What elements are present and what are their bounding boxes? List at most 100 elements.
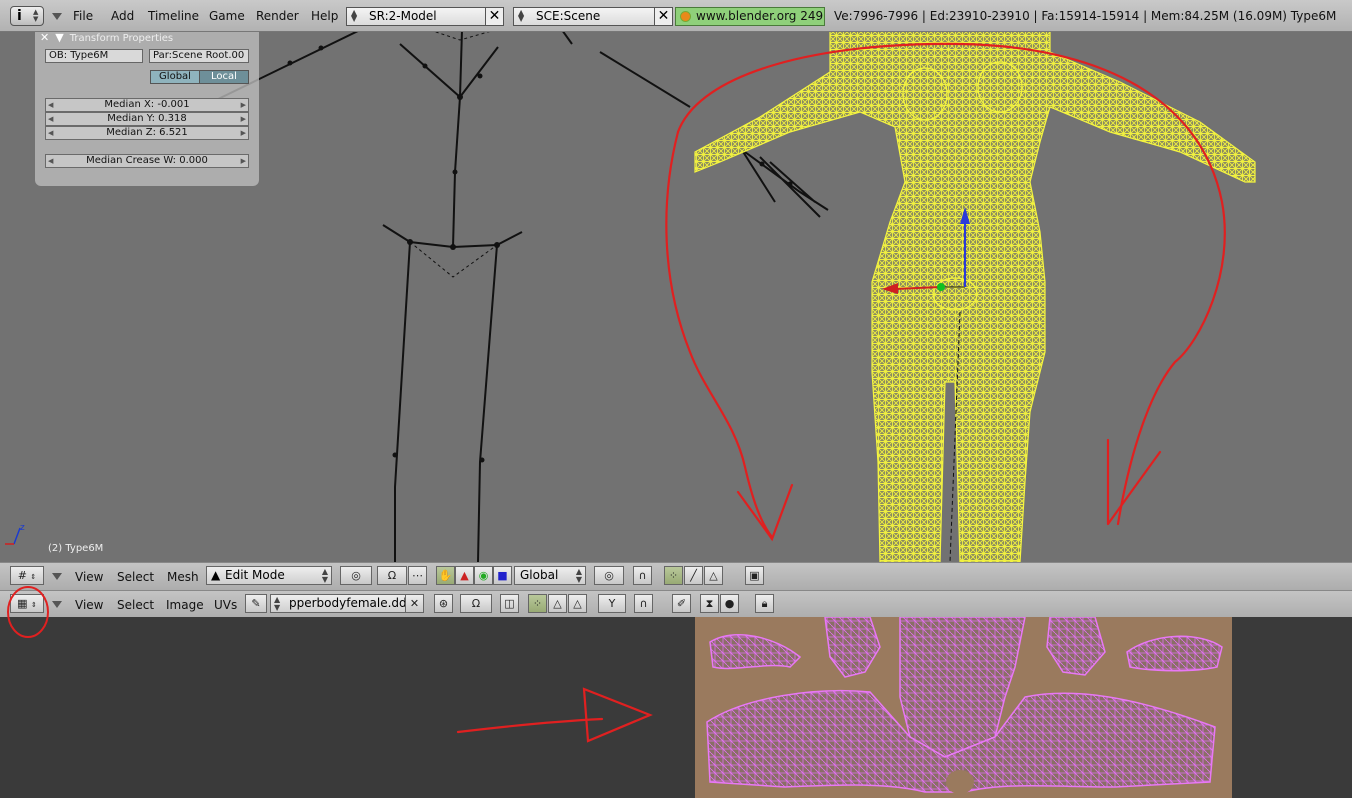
annotation-arrow xyxy=(456,687,653,743)
square-icon: ■ xyxy=(497,569,508,582)
collapse-menu-triangle-icon[interactable] xyxy=(52,13,62,20)
dropdown-arrows-icon: ▲ ▼ xyxy=(321,567,328,584)
menu-mesh[interactable]: Mesh xyxy=(167,570,199,584)
menu-game[interactable]: Game xyxy=(209,9,245,23)
draw-type-button[interactable]: ◎ xyxy=(340,566,372,585)
image-name-field[interactable]: ▲ ▼ pperbodyfemale.dds xyxy=(270,594,406,613)
info-window-type-button[interactable]: i ▲ ▼ xyxy=(10,6,44,26)
brush-button[interactable]: ✎ xyxy=(245,594,267,613)
armature-skeleton xyxy=(211,32,829,562)
snap-button[interactable]: ∩ xyxy=(633,566,652,585)
pivot-icon: Ω xyxy=(387,569,397,582)
collapse-menu-triangle-icon[interactable] xyxy=(52,573,62,580)
paint-button[interactable]: ✐ xyxy=(672,594,691,613)
render-preview-button[interactable]: ▣ xyxy=(745,566,764,585)
rotate-manipulator[interactable]: ◉ xyxy=(474,566,493,585)
arrow-right-icon[interactable]: ▶ xyxy=(241,99,246,111)
lock-button[interactable]: 🔒︎ xyxy=(755,594,774,613)
dropdown-arrows-icon: ▲ ▼ xyxy=(575,567,582,584)
uv-grab-button[interactable]: ⧗ xyxy=(700,594,719,613)
edit-mode-icon: ▲ xyxy=(211,568,221,582)
menu-select[interactable]: Select xyxy=(117,570,154,584)
menu-file[interactable]: File xyxy=(73,9,93,23)
median-y-field[interactable]: ◀ Median Y: 0.318 ▶ xyxy=(45,112,249,126)
median-x-value: Median X: -0.001 xyxy=(104,99,190,110)
median-x-field[interactable]: ◀ Median X: -0.001 ▶ xyxy=(45,98,249,112)
grid-dots-icon: ⋯ xyxy=(412,569,423,582)
menu-uvs[interactable]: UVs xyxy=(214,598,237,612)
editor-type-button[interactable]: # ⇕ xyxy=(10,566,44,585)
scale-manipulator[interactable]: ■ xyxy=(493,566,512,585)
uv-sync-button[interactable]: ◫ xyxy=(500,594,519,613)
close-icon: ✕ xyxy=(409,597,420,610)
top-header: i ▲ ▼ File Add Timeline Game Render Help … xyxy=(0,0,1352,32)
arrow-right-icon[interactable]: ▶ xyxy=(241,127,246,139)
info-icon: i xyxy=(17,8,22,24)
render-icon: ▣ xyxy=(749,569,760,582)
menu-view[interactable]: View xyxy=(75,570,103,584)
proportional-edit-button[interactable]: ◎ xyxy=(594,566,624,585)
pivot-button[interactable]: Ω xyxy=(377,566,407,585)
sync-icon: ◫ xyxy=(504,597,515,610)
arrow-right-icon[interactable]: ▶ xyxy=(241,113,246,125)
menu-view[interactable]: View xyxy=(75,598,103,612)
uv-image-editor[interactable] xyxy=(0,617,1352,798)
circle-icon: ◉ xyxy=(478,569,489,582)
menu-render[interactable]: Render xyxy=(256,9,299,23)
menu-image[interactable]: Image xyxy=(166,598,204,612)
arrow-left-icon[interactable]: ◀ xyxy=(48,155,53,167)
uv-edge-select[interactable]: △ xyxy=(548,594,567,613)
scene-statistics: Ve:7996-7996 | Ed:23910-23910 | Fa:15914… xyxy=(834,9,1337,23)
delete-screen-button[interactable]: ✕ xyxy=(485,7,504,26)
object-name-field[interactable]: OB: Type6M xyxy=(45,49,143,63)
edge-icon: ╱ xyxy=(690,569,697,582)
uv-pivot-button[interactable]: Ω xyxy=(460,594,492,613)
version-label: www.blender.org 249.2 xyxy=(696,9,825,23)
arrow-left-icon[interactable]: ◀ xyxy=(48,99,53,111)
scene-selector[interactable]: ▲ ▼ SCE:Scene xyxy=(513,7,655,26)
local-toggle[interactable]: Local xyxy=(199,70,249,84)
hourglass-icon: ⧗ xyxy=(705,597,714,610)
arrow-right-icon[interactable]: ▶ xyxy=(241,155,246,167)
median-z-field[interactable]: ◀ Median Z: 6.521 ▶ xyxy=(45,126,249,140)
median-crease-field[interactable]: ◀ Median Crease W: 0.000 ▶ xyxy=(45,154,249,168)
global-toggle[interactable]: Global xyxy=(150,70,200,84)
menu-help[interactable]: Help xyxy=(311,9,338,23)
mode-dropdown[interactable]: ▲ Edit Mode ▲ ▼ xyxy=(206,566,332,585)
uv-snap-button[interactable]: ∩ xyxy=(634,594,653,613)
uv-editor-header: ▦ ⇕ View Select Image UVs ✎ ▲ ▼ pperbodyf… xyxy=(0,590,1352,618)
arrow-left-icon[interactable]: ◀ xyxy=(48,113,53,125)
menu-timeline[interactable]: Timeline xyxy=(148,9,199,23)
spin-arrows-icon: ▲ ▼ xyxy=(33,8,39,23)
menu-add[interactable]: Add xyxy=(111,9,134,23)
transform-properties-panel: ✕ ▼ Transform Properties OB: Type6M Par:Sc… xyxy=(35,32,259,186)
manipulator-toggle[interactable]: ✋ xyxy=(436,566,455,585)
median-z-value: Median Z: 6.521 xyxy=(106,127,188,138)
collapse-triangle-icon[interactable]: ▼ xyxy=(55,31,63,44)
uv-sticky-button[interactable]: Y xyxy=(598,594,626,613)
menu-select[interactable]: Select xyxy=(117,598,154,612)
close-icon[interactable]: ✕ xyxy=(40,31,49,44)
grid-icon: # xyxy=(17,569,27,582)
uv-annotation-layer xyxy=(456,687,653,743)
uv-vertex-select[interactable]: ⁘ xyxy=(528,594,547,613)
vertex-select-mode[interactable]: ⁘ xyxy=(664,566,683,585)
screen-selector[interactable]: ▲ ▼ SR:2-Model xyxy=(346,7,486,26)
pack-image-button[interactable]: ⊛ xyxy=(434,594,453,613)
face-select-mode[interactable]: △ xyxy=(704,566,723,585)
orientation-dropdown[interactable]: Global ▲ ▼ xyxy=(514,566,586,585)
parent-name-field[interactable]: Par:Scene Root.00 xyxy=(149,49,249,63)
delete-scene-button[interactable]: ✕ xyxy=(654,7,673,26)
layer-lock-button[interactable]: ⋯ xyxy=(408,566,427,585)
edge-select-mode[interactable]: ╱ xyxy=(684,566,703,585)
uv-face-select[interactable]: △ xyxy=(568,594,587,613)
uv-draw-button[interactable]: ● xyxy=(720,594,739,613)
magnet-icon: ∩ xyxy=(638,569,647,582)
unlink-image-button[interactable]: ✕ xyxy=(405,594,424,613)
active-object-label: (2) Type6M xyxy=(48,543,104,554)
3d-view-header: # ⇕ View Select Mesh ▲ Edit Mode ▲ ▼ ◎ Ω … xyxy=(0,562,1352,590)
blender-website-link[interactable]: www.blender.org 249.2 xyxy=(675,7,825,26)
translate-manipulator[interactable]: ▲ xyxy=(455,566,474,585)
arrow-left-icon[interactable]: ◀ xyxy=(48,127,53,139)
mode-value: Edit Mode xyxy=(225,568,285,582)
